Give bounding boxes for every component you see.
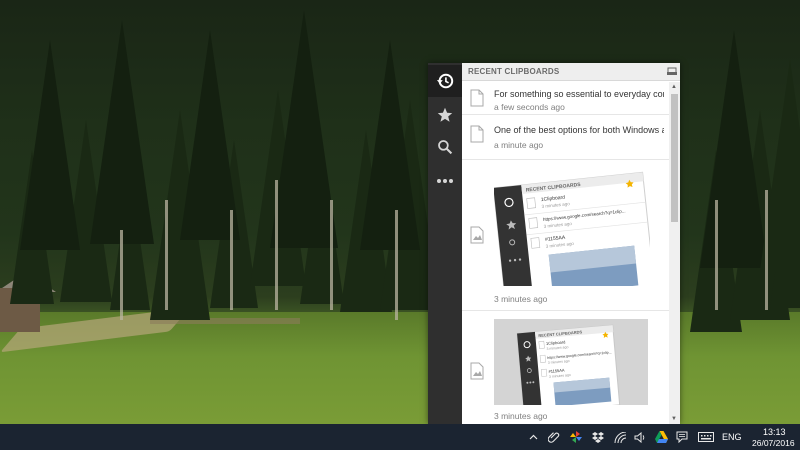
clipboard-list: For something so essential to everyday c… (462, 82, 669, 424)
clock-time[interactable]: 13:13 (763, 427, 786, 437)
pine-tree (20, 40, 80, 250)
clipboard-app-window: RECENT CLIPBOARDS For something so essen… (428, 63, 680, 424)
chevron-up-icon[interactable] (527, 430, 539, 444)
clipboard-item[interactable]: One of the best options for both Windows… (462, 116, 669, 160)
window-pin-icon[interactable] (667, 66, 677, 76)
list-scrollbar[interactable]: ▲ ▼ (669, 82, 680, 424)
clipboard-thumbnail-1: RECENT CLIPBOARDS 1Clipboard 3 minutes a… (494, 171, 650, 286)
wifi-icon[interactable] (613, 430, 627, 444)
item-time: a few seconds ago (494, 102, 565, 112)
drive-icon[interactable] (654, 430, 668, 444)
item-text: One of the best options for both Windows… (494, 125, 664, 135)
history-button[interactable] (428, 65, 462, 97)
keyboard-icon[interactable] (697, 430, 715, 444)
tree-trunk (330, 200, 333, 310)
search-button[interactable] (428, 131, 462, 163)
volume-icon[interactable] (633, 430, 647, 444)
image-file-icon (470, 226, 484, 244)
item-text: For something so essential to everyday c… (494, 89, 664, 99)
panel-header: RECENT CLIPBOARDS (462, 63, 680, 81)
taskbar: ENG 13:13 26/07/2016 (0, 424, 800, 450)
item-time: a minute ago (494, 140, 544, 150)
tree-trunk (230, 210, 233, 310)
pine-tree (270, 10, 338, 248)
sidebar (428, 63, 462, 424)
tree-trunk (165, 200, 168, 310)
item-time: 3 minutes ago (494, 411, 548, 421)
paperclip-icon[interactable] (547, 430, 561, 444)
pinwheel-icon[interactable] (569, 430, 583, 444)
more-icon (437, 179, 453, 183)
panel-title: RECENT CLIPBOARDS (468, 67, 560, 76)
clipboard-thumbnail-2: RECENT CLIPBOARDS 1Clipboard 3 minutes a… (494, 319, 648, 405)
tree-trunk (395, 210, 398, 320)
notification-icon[interactable] (675, 430, 689, 444)
image-file-icon (470, 362, 484, 380)
clipboard-image-item[interactable]: RECENT CLIPBOARDS 1Clipboard 3 minutes a… (462, 161, 669, 311)
text-file-icon (470, 89, 484, 107)
pine-tree (700, 30, 768, 268)
tree-trunk (715, 200, 718, 310)
input-language[interactable]: ENG (722, 432, 742, 442)
clipboard-panel: RECENT CLIPBOARDS For something so essen… (462, 63, 680, 424)
favorites-button[interactable] (428, 99, 462, 131)
history-icon (436, 73, 454, 89)
scroll-thumb[interactable] (671, 94, 678, 222)
scroll-down-arrow-icon[interactable]: ▼ (671, 416, 677, 422)
clock-date[interactable]: 26/07/2016 (752, 438, 795, 448)
pine-tree (180, 30, 240, 240)
star-icon (437, 107, 453, 122)
clipboard-image-item[interactable]: RECENT CLIPBOARDS 1Clipboard 3 minutes a… (462, 312, 669, 424)
text-file-icon (470, 125, 484, 143)
clipboard-item[interactable]: For something so essential to everyday c… (462, 82, 669, 115)
dropbox-icon[interactable] (591, 430, 605, 444)
pine-tree (360, 40, 420, 250)
search-icon (438, 140, 453, 155)
tree-trunk (275, 180, 278, 310)
pine-tree (90, 20, 154, 244)
desktop-wallpaper (0, 0, 800, 424)
item-time: 3 minutes ago (494, 294, 548, 304)
scroll-up-arrow-icon[interactable]: ▲ (671, 84, 677, 90)
tree-trunk (765, 190, 768, 310)
more-button[interactable] (428, 165, 462, 197)
tree-trunk (120, 230, 123, 320)
